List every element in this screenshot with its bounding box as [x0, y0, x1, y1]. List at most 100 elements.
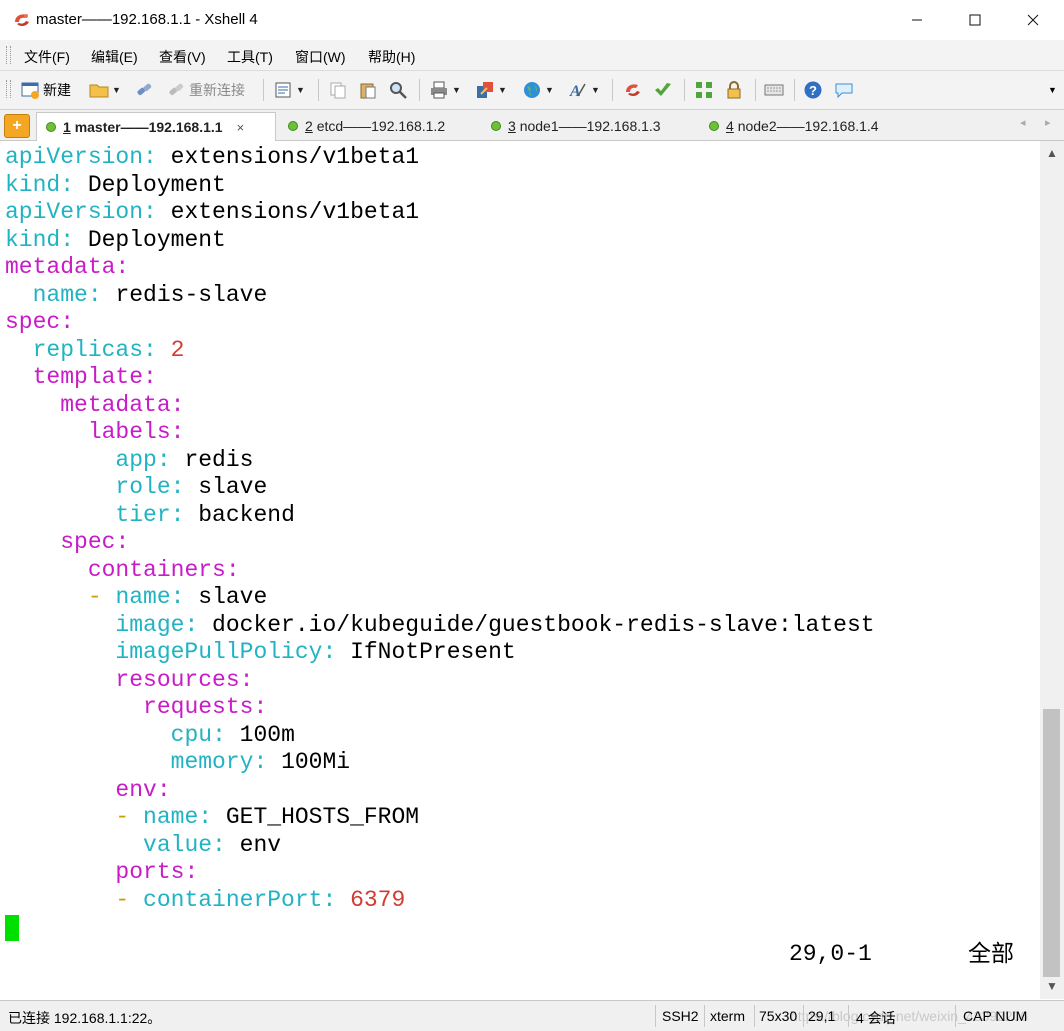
- copy-button[interactable]: [328, 78, 348, 102]
- yaml-colon: :: [212, 831, 240, 858]
- yaml-value: backend: [198, 501, 295, 528]
- plus-icon: +: [12, 117, 22, 134]
- keyboard-button[interactable]: [764, 78, 784, 102]
- terminal-type-status: xterm: [710, 1008, 745, 1024]
- terminal-line: name: redis-slave: [5, 281, 268, 310]
- yaml-key: spec: [60, 529, 116, 555]
- connected-dot-icon: [491, 121, 501, 131]
- menu-grip: [6, 46, 11, 64]
- status-separator: [704, 1005, 705, 1027]
- maximize-icon: [969, 14, 981, 26]
- toolbar-separator: [419, 79, 420, 101]
- yaml-key: metadata: [5, 254, 116, 280]
- svg-text:A: A: [569, 83, 581, 100]
- maximize-button[interactable]: [946, 0, 1004, 40]
- minimize-icon: [912, 19, 922, 21]
- session-count-status: 4 会话: [856, 1010, 896, 1026]
- yaml-colon: :: [239, 666, 254, 693]
- terminal-area[interactable]: 29,0-1 全部 apiVersion: extensions/v1beta1…: [0, 141, 1040, 999]
- xshell-logo-icon: [15, 14, 29, 27]
- toolbar-overflow-icon[interactable]: ▼: [1048, 85, 1057, 95]
- close-button[interactable]: [1004, 0, 1062, 40]
- lock-icon: [727, 81, 741, 99]
- status-separator: [803, 1005, 804, 1027]
- vim-cursor-position: 29,0-1: [789, 941, 872, 967]
- yaml-colon: :: [170, 474, 199, 500]
- tab-scroll-left-icon[interactable]: ◂: [1020, 116, 1026, 129]
- new-session-button[interactable]: 新建: [20, 78, 71, 102]
- terminal-line: cpu: 100m: [5, 722, 295, 750]
- scroll-down-icon[interactable]: ▼: [1040, 979, 1064, 993]
- status-bar: 已连接 192.168.1.1:22。 https://blog.csdn.ne…: [0, 1000, 1064, 1031]
- yaml-colon: :: [225, 556, 240, 583]
- fullscreen-button[interactable]: [694, 78, 714, 102]
- terminal-line: value: env: [5, 832, 281, 860]
- chat-button[interactable]: [834, 78, 854, 102]
- terminal-line: apiVersion: extensions/v1beta1: [5, 199, 419, 227]
- yaml-value: env: [239, 831, 282, 858]
- title-bar: master——192.168.1.1 - Xshell 4: [0, 0, 1064, 41]
- menu-window[interactable]: 窗口(W): [295, 47, 346, 67]
- yaml-colon: :: [143, 199, 171, 225]
- open-folder-button[interactable]: ▼: [89, 78, 121, 102]
- yaml-key: name: [32, 281, 88, 308]
- menu-help[interactable]: 帮助(H): [368, 47, 415, 67]
- web-button[interactable]: ▼: [522, 78, 554, 102]
- terminal-line: metadata:: [5, 254, 129, 282]
- xftp-icon: [655, 83, 671, 96]
- yaml-list-dash: -: [87, 584, 116, 610]
- font-button[interactable]: A ▼: [568, 78, 600, 102]
- menu-tools[interactable]: 工具(T): [227, 47, 273, 67]
- paste-button[interactable]: [358, 78, 378, 102]
- menu-view[interactable]: 查看(V): [159, 47, 206, 67]
- status-separator: [848, 1005, 849, 1027]
- toolbar-separator: [318, 79, 319, 101]
- yaml-key: template: [32, 364, 144, 390]
- connect-button[interactable]: [134, 78, 154, 102]
- yaml-value: 2: [170, 336, 185, 363]
- yaml-colon: :: [253, 749, 282, 775]
- connection-status: 已连接 192.168.1.1:22。: [8, 1010, 162, 1026]
- terminal-line: app: redis: [5, 447, 253, 475]
- xftp-button[interactable]: [653, 78, 673, 102]
- add-session-button[interactable]: +: [4, 114, 30, 138]
- yaml-key: name: [115, 584, 171, 610]
- tab-scroll-right-icon[interactable]: ▸: [1045, 116, 1051, 129]
- yaml-colon: :: [87, 281, 116, 308]
- terminal-line: env:: [5, 777, 170, 805]
- print-button[interactable]: ▼: [429, 78, 461, 102]
- menu-bar: 文件(F) 编辑(E) 查看(V) 工具(T) 窗口(W) 帮助(H): [0, 40, 1064, 71]
- yaml-key: metadata: [60, 391, 171, 418]
- session-tab-etcd[interactable]: 2 etcd——192.168.1.2: [288, 112, 445, 140]
- terminal-line: - name: slave: [5, 584, 267, 612]
- connected-dot-icon: [46, 122, 56, 132]
- scroll-up-icon[interactable]: ▲: [1040, 146, 1064, 160]
- terminal-scrollbar[interactable]: ▲ ▼: [1040, 141, 1064, 999]
- yaml-colon: :: [198, 804, 226, 830]
- terminal-line: - name: GET_HOSTS_FROM: [5, 804, 419, 832]
- minimize-button[interactable]: [888, 0, 946, 40]
- xshell-button[interactable]: [623, 78, 643, 102]
- reconnect-button[interactable]: 重新连接: [166, 78, 245, 102]
- lock-button[interactable]: [724, 78, 744, 102]
- tab-label: master——192.168.1.1: [74, 119, 223, 135]
- find-button[interactable]: [388, 78, 408, 102]
- session-tab-node1[interactable]: 3 node1——192.168.1.3: [491, 112, 661, 140]
- yaml-key: apiVersion: [5, 199, 144, 225]
- properties-button[interactable]: ▼: [273, 78, 305, 102]
- session-tab-master[interactable]: 1 master——192.168.1.1 ×: [36, 112, 276, 141]
- yaml-value: slave: [198, 584, 268, 610]
- tab-close-icon[interactable]: ×: [237, 120, 245, 135]
- transfer-button[interactable]: ▼: [475, 78, 507, 102]
- yaml-value: extensions/v1beta1: [170, 144, 420, 170]
- menu-file[interactable]: 文件(F): [24, 47, 70, 67]
- terminal-line: metadata:: [5, 392, 184, 420]
- help-button[interactable]: ?: [803, 78, 823, 102]
- session-tab-node2[interactable]: 4 node2——192.168.1.4: [709, 112, 879, 140]
- yaml-value: GET_HOSTS_FROM: [225, 804, 420, 830]
- menu-edit[interactable]: 编辑(E): [91, 47, 138, 67]
- scrollbar-thumb[interactable]: [1043, 709, 1060, 977]
- status-separator: [955, 1005, 956, 1027]
- yaml-colon: :: [60, 226, 88, 253]
- yaml-value: 100m: [239, 721, 295, 748]
